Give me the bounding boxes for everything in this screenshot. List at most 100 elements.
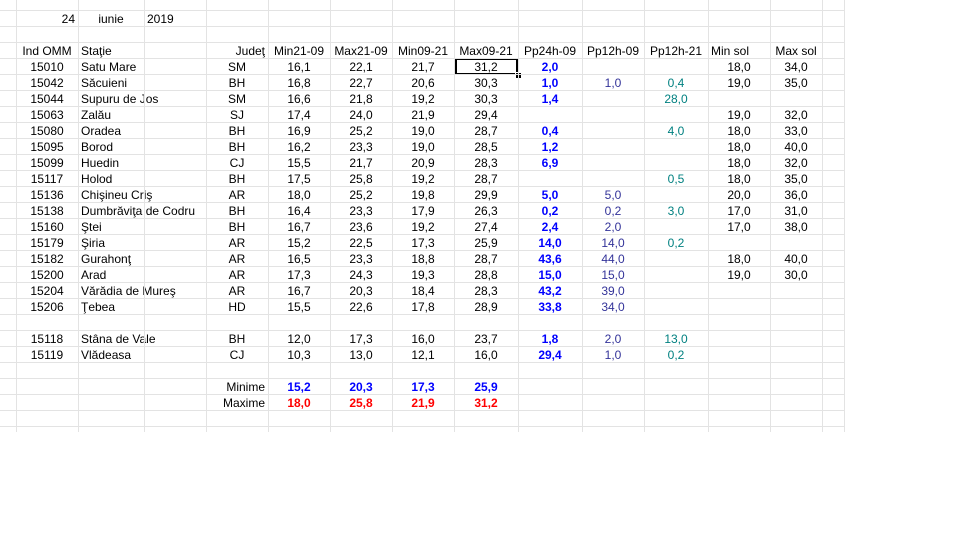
cell-min2109[interactable]: 16,1 — [268, 59, 330, 75]
cell-min0921[interactable]: 19,0 — [392, 139, 454, 155]
cell-judet[interactable]: AR — [206, 283, 268, 299]
cell-ind[interactable]: 15044 — [16, 91, 78, 107]
cell-maxsol[interactable] — [770, 91, 822, 107]
cell-max0921[interactable]: 29,4 — [454, 107, 518, 123]
cell-pp12a[interactable]: 34,0 — [582, 299, 644, 315]
cell-statie[interactable]: Ţebea — [78, 299, 206, 315]
cell-pp12b[interactable]: 0,5 — [644, 171, 708, 187]
cell-max0921[interactable]: 23,7 — [454, 331, 518, 347]
cell-min2109[interactable]: 16,7 — [268, 219, 330, 235]
cell-pp12b[interactable] — [644, 59, 708, 75]
cell-pp12b[interactable] — [644, 283, 708, 299]
cell-minsol[interactable] — [708, 283, 770, 299]
cell-statie[interactable]: Huedin — [78, 155, 206, 171]
maxime-min2109[interactable]: 18,0 — [268, 395, 330, 411]
cell-statie[interactable]: Borod — [78, 139, 206, 155]
cell-ind[interactable]: 15206 — [16, 299, 78, 315]
cell-maxsol[interactable]: 30,0 — [770, 267, 822, 283]
cell-ind[interactable]: 15182 — [16, 251, 78, 267]
cell-maxsol[interactable]: 35,0 — [770, 171, 822, 187]
cell-pp24[interactable]: 14,0 — [518, 235, 582, 251]
cell-min2109[interactable]: 18,0 — [268, 187, 330, 203]
cell-min0921[interactable]: 18,8 — [392, 251, 454, 267]
cell-pp12b[interactable] — [644, 155, 708, 171]
cell-pp24[interactable] — [518, 107, 582, 123]
cell-pp12b[interactable]: 13,0 — [644, 331, 708, 347]
cell-judet[interactable]: AR — [206, 235, 268, 251]
header-min0921[interactable]: Min09-21 — [392, 43, 454, 59]
cell-pp12b[interactable]: 0,2 — [644, 347, 708, 363]
maxime-min0921[interactable]: 21,9 — [392, 395, 454, 411]
cell-pp12a[interactable]: 1,0 — [582, 347, 644, 363]
cell-ind[interactable]: 15099 — [16, 155, 78, 171]
cell-statie[interactable]: Supuru de Jos — [78, 91, 206, 107]
cell-min2109[interactable]: 15,5 — [268, 155, 330, 171]
cell-minsol[interactable]: 18,0 — [708, 59, 770, 75]
cell-max0921[interactable]: 28,3 — [454, 155, 518, 171]
cell-maxsol[interactable]: 40,0 — [770, 139, 822, 155]
cell-max2109[interactable]: 23,3 — [330, 251, 392, 267]
cell-minsol[interactable] — [708, 331, 770, 347]
cell-pp12b[interactable] — [644, 107, 708, 123]
cell-max0921[interactable]: 28,9 — [454, 299, 518, 315]
cell-pp12a[interactable]: 1,0 — [582, 75, 644, 91]
cell-pp12b[interactable]: 3,0 — [644, 203, 708, 219]
cell-min2109[interactable]: 16,5 — [268, 251, 330, 267]
cell-pp12b[interactable] — [644, 187, 708, 203]
cell-min0921[interactable]: 19,2 — [392, 219, 454, 235]
cell-min2109[interactable]: 16,6 — [268, 91, 330, 107]
cell-pp24[interactable]: 33,8 — [518, 299, 582, 315]
cell-maxsol[interactable]: 40,0 — [770, 251, 822, 267]
cell-statie[interactable]: Oradea — [78, 123, 206, 139]
cell-maxsol[interactable]: 31,0 — [770, 203, 822, 219]
cell-minsol[interactable]: 20,0 — [708, 187, 770, 203]
cell-statie[interactable]: Zalău — [78, 107, 206, 123]
cell-maxsol[interactable]: 38,0 — [770, 219, 822, 235]
cell-max0921[interactable]: 16,0 — [454, 347, 518, 363]
cell-max2109[interactable]: 22,6 — [330, 299, 392, 315]
cell-statie[interactable]: Satu Mare — [78, 59, 206, 75]
cell-ind[interactable]: 15080 — [16, 123, 78, 139]
cell-minsol[interactable]: 18,0 — [708, 155, 770, 171]
cell-minsol[interactable]: 18,0 — [708, 139, 770, 155]
header-min-sol[interactable]: Min sol — [708, 43, 770, 59]
cell-min0921[interactable]: 16,0 — [392, 331, 454, 347]
cell-min2109[interactable]: 15,2 — [268, 235, 330, 251]
cell-statie[interactable]: Dumbrăviţa de Codru — [78, 203, 206, 219]
cell-statie[interactable]: Vărădia de Mureş — [78, 283, 206, 299]
cell-maxsol[interactable]: 35,0 — [770, 75, 822, 91]
cell-pp12a[interactable]: 39,0 — [582, 283, 644, 299]
cell-statie[interactable]: Chişineu Criş — [78, 187, 206, 203]
cell-statie[interactable]: Şiria — [78, 235, 206, 251]
cell-max0921[interactable]: 27,4 — [454, 219, 518, 235]
cell-min2109[interactable]: 16,7 — [268, 283, 330, 299]
cell-max2109[interactable]: 23,6 — [330, 219, 392, 235]
cell-minsol[interactable] — [708, 91, 770, 107]
cell-pp24[interactable]: 1,2 — [518, 139, 582, 155]
cell-ind[interactable]: 15095 — [16, 139, 78, 155]
cell-min0921[interactable]: 17,8 — [392, 299, 454, 315]
header-max2109[interactable]: Max21-09 — [330, 43, 392, 59]
cell-minsol[interactable] — [708, 299, 770, 315]
cell-judet[interactable]: CJ — [206, 155, 268, 171]
cell-ind[interactable]: 15010 — [16, 59, 78, 75]
cell-max2109[interactable]: 22,5 — [330, 235, 392, 251]
cell-pp24[interactable]: 6,9 — [518, 155, 582, 171]
cell-min2109[interactable]: 17,5 — [268, 171, 330, 187]
cell-pp12b[interactable]: 0,4 — [644, 75, 708, 91]
cell-pp12b[interactable] — [644, 251, 708, 267]
cell-minsol[interactable]: 19,0 — [708, 267, 770, 283]
cell-ind[interactable]: 15136 — [16, 187, 78, 203]
cell-min0921[interactable]: 21,9 — [392, 107, 454, 123]
cell-max2109[interactable]: 24,3 — [330, 267, 392, 283]
header-max-sol[interactable]: Max sol — [770, 43, 822, 59]
cell-pp12b[interactable] — [644, 219, 708, 235]
cell-pp12a[interactable] — [582, 139, 644, 155]
cell-pp12a[interactable] — [582, 91, 644, 107]
cell-ind[interactable]: 15138 — [16, 203, 78, 219]
cell-min2109[interactable]: 16,8 — [268, 75, 330, 91]
cell-min0921[interactable]: 12,1 — [392, 347, 454, 363]
cell-pp12a[interactable]: 44,0 — [582, 251, 644, 267]
cell-max0921[interactable]: 26,3 — [454, 203, 518, 219]
cell-pp24[interactable]: 0,4 — [518, 123, 582, 139]
